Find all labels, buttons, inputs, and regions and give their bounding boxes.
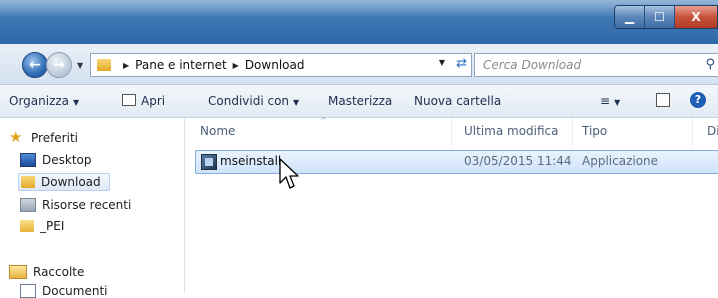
libraries-icon (9, 265, 27, 279)
help-icon: ? (690, 92, 706, 108)
search-input[interactable]: Cerca Download (475, 58, 581, 72)
column-header-name[interactable]: Nome (200, 124, 235, 138)
column-header-type[interactable]: Tipo (582, 124, 607, 138)
mouse-pointer-icon (279, 158, 299, 189)
recent-places-icon (20, 198, 36, 212)
column-divider[interactable] (451, 118, 452, 146)
view-options-button[interactable]: ≡ ▼ (600, 94, 620, 108)
column-header-size[interactable]: Di (707, 124, 718, 138)
sidebar-item-label: Risorse recenti (42, 198, 132, 212)
preview-pane-button[interactable] (656, 93, 675, 109)
minimize-button[interactable]: ▁ (615, 6, 645, 28)
navigation-bar: ← → ▼ ▶ Pane e internet ▶ Download ▼ ⇄ C… (0, 44, 718, 85)
chevron-down-icon: ▼ (73, 98, 80, 107)
preview-pane-icon (656, 93, 670, 107)
folder-icon (20, 220, 34, 232)
share-with-button[interactable]: Condividi con ▼ (208, 94, 299, 108)
title-bar-shine (0, 0, 718, 18)
sidebar-item-documents[interactable]: Documenti (20, 284, 108, 298)
organize-button[interactable]: Organizza ▼ (9, 94, 79, 108)
sidebar-item-label: _PEI (40, 219, 65, 233)
download-folder-icon (97, 59, 111, 71)
application-icon (201, 154, 217, 170)
sidebar-favorites-label: Preferiti (31, 130, 78, 145)
back-button[interactable]: ← (22, 52, 48, 78)
open-button[interactable]: Apri (122, 94, 165, 108)
sidebar-item-recent-places[interactable]: Risorse recenti (20, 198, 131, 212)
sidebar-item-label: Documenti (42, 284, 108, 298)
address-bar[interactable]: ▶ Pane e internet ▶ Download ▼ ⇄ (90, 53, 472, 77)
table-row[interactable]: mseinstall 03/05/2015 11:44 Applicazione (195, 150, 718, 174)
column-divider[interactable] (692, 118, 693, 146)
refresh-icon[interactable]: ⇄ (456, 56, 467, 71)
close-button[interactable]: X (675, 6, 717, 28)
search-icon[interactable]: ⚲ (705, 57, 715, 72)
open-label: Apri (141, 94, 166, 108)
chevron-down-icon: ▼ (293, 98, 300, 107)
chevron-down-icon: ▼ (614, 98, 621, 107)
title-bar: ▁ ☐ X (0, 0, 718, 44)
search-box[interactable]: Cerca Download ⚲ (474, 53, 718, 77)
organize-label: Organizza (9, 94, 70, 108)
file-modified: 03/05/2015 11:44 (464, 154, 572, 168)
burn-label: Masterizza (328, 94, 393, 108)
breadcrumb-pane-e-internet[interactable]: Pane e internet (135, 58, 227, 72)
arrow-left-icon: ← (29, 57, 41, 73)
column-header-row: Nome ^ Ultima modifica Tipo Di (185, 116, 718, 146)
new-folder-button[interactable]: Nuova cartella (414, 94, 501, 108)
document-icon (20, 284, 36, 298)
command-bar: Organizza ▼ Apri Condividi con ▼ Masterizz… (0, 85, 718, 118)
recent-pages-dropdown[interactable]: ▼ (77, 61, 83, 70)
navigation-pane: ★ Preferiti Desktop Download Risorse rec… (0, 118, 185, 298)
forward-button[interactable]: → (46, 52, 72, 78)
chevron-right-icon[interactable]: ▶ (123, 61, 129, 70)
column-header-modified[interactable]: Ultima modifica (464, 124, 559, 138)
file-name[interactable]: mseinstall (220, 154, 281, 168)
address-dropdown-icon[interactable]: ▼ (439, 58, 445, 67)
sidebar-favorites[interactable]: ★ Preferiti (9, 130, 78, 145)
share-label: Condividi con (208, 94, 290, 108)
maximize-button[interactable]: ☐ (645, 6, 675, 28)
burn-button[interactable]: Masterizza (328, 94, 392, 108)
window-controls: ▁ ☐ X (614, 5, 718, 29)
desktop-icon (20, 153, 36, 167)
sidebar-item-pei[interactable]: _PEI (20, 219, 64, 233)
column-divider[interactable] (572, 118, 573, 146)
sidebar-libraries-label: Raccolte (33, 265, 85, 279)
application-icon (122, 94, 136, 106)
sort-ascending-icon: ^ (320, 116, 327, 125)
chevron-right-icon[interactable]: ▶ (233, 61, 239, 70)
download-folder-icon (21, 176, 35, 188)
breadcrumb-download[interactable]: Download (245, 58, 305, 72)
arrow-right-icon: → (53, 57, 65, 73)
sidebar-item-desktop[interactable]: Desktop (20, 153, 92, 167)
sidebar-item-label: Desktop (42, 153, 92, 167)
file-list: Nome ^ Ultima modifica Tipo Di mseinstal… (185, 116, 718, 293)
sidebar-item-download[interactable]: Download (18, 173, 110, 191)
new-folder-label: Nuova cartella (414, 94, 502, 108)
sidebar-libraries[interactable]: Raccolte (9, 265, 84, 279)
sidebar-item-label: Download (41, 175, 101, 189)
file-type: Applicazione (582, 154, 659, 168)
star-icon: ★ (9, 128, 23, 146)
view-list-icon: ≡ (600, 94, 611, 108)
help-button[interactable]: ? (690, 92, 706, 108)
